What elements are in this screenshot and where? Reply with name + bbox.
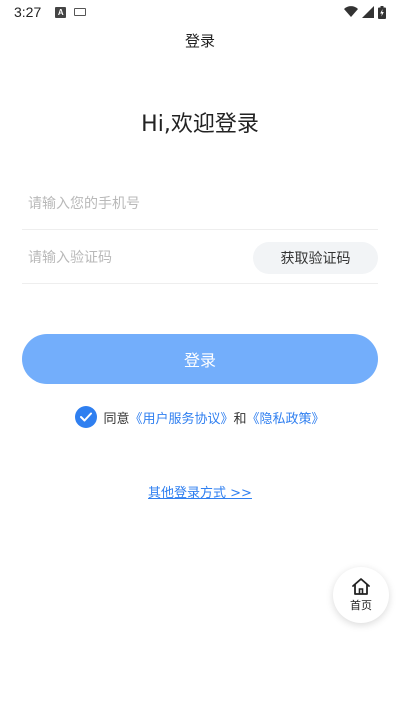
phone-input[interactable]	[22, 178, 378, 229]
code-field-row: 获取验证码	[22, 232, 378, 284]
privacy-policy-link[interactable]: 《隐私政策》	[247, 408, 325, 427]
status-time: 3:27	[14, 4, 42, 20]
login-button[interactable]: 登录	[22, 334, 378, 384]
status-bar: 3:27 A	[0, 0, 400, 24]
verification-code-input[interactable]	[22, 232, 253, 283]
phone-field-row	[22, 178, 378, 230]
keyboard-icon	[74, 8, 87, 16]
page-title: 登录	[184, 32, 215, 50]
accessibility-badge-icon: A	[55, 6, 67, 18]
service-agreement-link[interactable]: 《用户服务协议》	[129, 408, 233, 427]
battery-icon	[378, 5, 386, 19]
agreement-checkbox[interactable]	[75, 406, 98, 428]
home-label: 首页	[350, 599, 372, 612]
welcome-heading: Hi,欢迎登录	[141, 112, 259, 137]
signal-icon	[362, 6, 374, 18]
checkmark-icon	[80, 412, 93, 422]
agree-label: 同意	[103, 411, 130, 427]
get-code-button[interactable]: 获取验证码	[253, 241, 378, 274]
and-label: 和	[233, 411, 247, 427]
wifi-icon	[344, 6, 358, 18]
home-button[interactable]: 首页	[333, 567, 389, 623]
other-login-link[interactable]: 其他登录方式 >>	[0, 482, 400, 501]
agreement-row: 同意 《用户服务协议》 和 《隐私政策》	[0, 406, 400, 428]
home-icon	[352, 578, 370, 595]
